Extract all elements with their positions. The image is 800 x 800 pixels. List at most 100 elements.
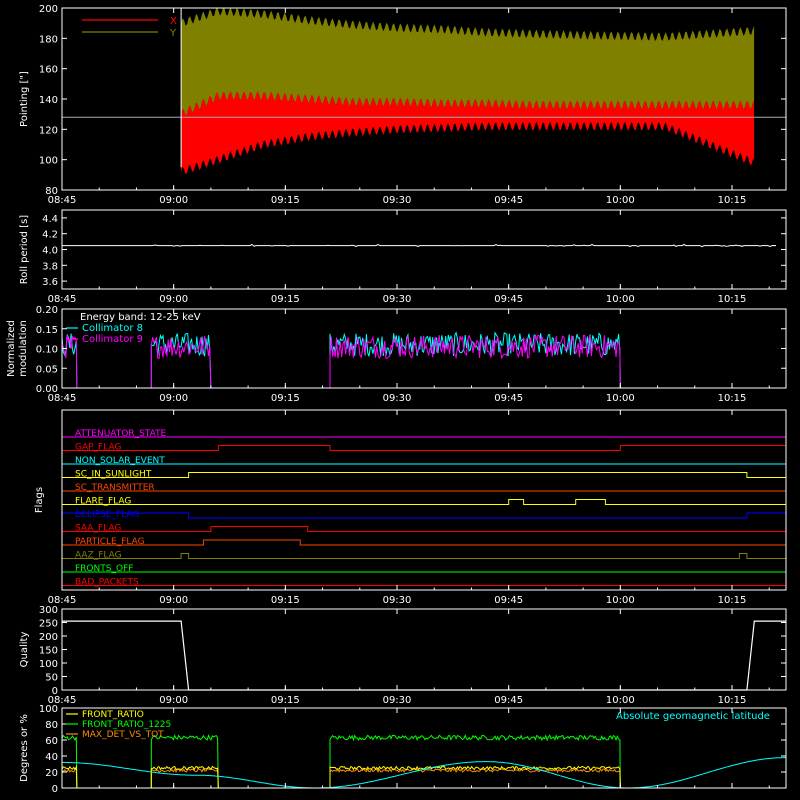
x-tick-label: 09:30 <box>383 294 412 305</box>
ratio-front-ratio-1225 <box>61 734 786 789</box>
y-tick-label: 80 <box>45 720 58 731</box>
x-tick-label: 10:15 <box>718 195 747 206</box>
y-tick-label: 200 <box>39 632 58 643</box>
rhessi-summary-figure: 08:45 09:00 09:15 09:30 09:45 10:00 10:15 80 100… <box>6 4 787 795</box>
x-tick-label: 09:15 <box>271 695 300 706</box>
legend-label-x: X <box>170 16 177 27</box>
flag-line-sc-in-sunlight <box>62 472 786 478</box>
y-tick-label: 180 <box>39 34 58 45</box>
x-tick-label: 10:00 <box>606 595 635 606</box>
x-tick-label: 09:30 <box>383 393 412 404</box>
x-tick-label: 08:45 <box>48 294 77 305</box>
y-tick-label: 0.05 <box>36 364 58 375</box>
y-tick-label: 250 <box>39 619 58 630</box>
y-tick-label: 4.4 <box>42 214 58 225</box>
flag-label-non-solar-event: NON_SOLAR_EVENT <box>75 456 165 466</box>
x-tick-label: 09:00 <box>159 695 188 706</box>
flag-label-gap-flag: GAP_FLAG <box>75 443 121 453</box>
x-tick-label: 09:30 <box>383 695 412 706</box>
y-tick-label: 4.2 <box>42 230 58 241</box>
y-tick-label: 120 <box>39 125 58 136</box>
flag-label-eclipse-flag: ECLIPSE_FLAG <box>75 510 139 520</box>
x-tick-label: 09:15 <box>271 195 300 206</box>
x-tick-label: 09:00 <box>159 393 188 404</box>
y-axis-label: Quality <box>19 632 30 668</box>
energy-band-annotation: Energy band: 12-25 keV <box>80 312 201 323</box>
y-tick-label: 50 <box>45 673 58 684</box>
y-tick-label: 0.10 <box>36 345 58 356</box>
x-tick-label: 09:15 <box>271 393 300 404</box>
y-tick-label: 3.6 <box>42 277 58 288</box>
y-tick-label: 150 <box>39 646 58 657</box>
x-tick-label: 09:45 <box>494 595 523 606</box>
y-tick-label: 4.0 <box>42 246 58 257</box>
y-tick-label: 0 <box>52 784 58 795</box>
x-tick-label: 10:00 <box>606 695 635 706</box>
y-axis-label-line2: modulation <box>18 320 29 377</box>
x-tick-label: 10:00 <box>606 393 635 404</box>
flag-line-aaz-flag <box>62 553 786 559</box>
roll-period-line <box>62 243 777 248</box>
legend-label-max-det-vs-tot: MAX_DET_VS_TOT <box>82 730 164 740</box>
flag-line-eclipse-flag <box>61 512 787 519</box>
x-tick-label: 09:00 <box>159 195 188 206</box>
x-tick-label: 09:00 <box>159 294 188 305</box>
flag-line-gap-flag <box>62 445 787 451</box>
y-tick-label: 20 <box>45 768 58 779</box>
x-tick-label: 09:30 <box>383 595 412 606</box>
legend-label-collimator-8: Collimator 8 <box>82 323 143 334</box>
x-tick-label: 09:00 <box>159 595 188 606</box>
y-tick-label: 0.20 <box>36 305 58 316</box>
y-axis-label-line1: Normalized <box>6 320 17 377</box>
legend-label-y: Y <box>169 28 177 39</box>
y-tick-label: 3.8 <box>42 261 58 272</box>
y-tick-label: 160 <box>39 65 58 76</box>
x-tick-label: 09:45 <box>494 195 523 206</box>
y-tick-label: 0.15 <box>36 325 58 336</box>
flag-label-sc-transmitter: SC_TRANSMITTER <box>75 483 155 493</box>
y-tick-label: 100 <box>39 659 58 670</box>
y-axis-label: Degrees or % <box>19 714 30 782</box>
x-tick-label: 10:15 <box>718 393 747 404</box>
flag-label-bad-packets: BAD_PACKETS <box>75 578 139 588</box>
ratio-max-det-vs-tot <box>61 767 786 789</box>
flag-line-saa-flag <box>62 526 786 532</box>
flag-label-saa-flag: SAA_FLAG <box>75 524 121 534</box>
flag-label-attenuator-state: ATTENUATOR_STATE <box>75 429 167 439</box>
x-tick-label: 09:45 <box>494 695 523 706</box>
flag-label-flare-flag: FLARE_FLAG <box>75 497 131 507</box>
y-axis-label: Flags <box>34 487 45 513</box>
x-tick-label: 10:15 <box>718 695 747 706</box>
legend-label-front-ratio-1225: FRONT_RATIO_1225 <box>82 720 171 730</box>
legend-label-collimator-9: Collimator 9 <box>82 334 143 345</box>
x-tick-label: 09:15 <box>271 294 300 305</box>
legend-label-front-ratio: FRONT_RATIO <box>82 710 144 720</box>
y-axis-label: Roll period [s] <box>19 215 30 284</box>
x-tick-label: 10:15 <box>718 294 747 305</box>
y-tick-label: 0.00 <box>36 384 58 395</box>
geomagnetic-latitude-annotation: Absolute geomagnetic latitude <box>616 711 770 722</box>
geomagnetic-latitude-line <box>62 757 786 789</box>
x-tick-label: 09:45 <box>494 393 523 404</box>
modulation-collimator-9 <box>61 334 786 389</box>
y-tick-label: 40 <box>45 752 58 763</box>
x-tick-label: 09:15 <box>271 595 300 606</box>
quality-line <box>62 620 786 691</box>
y-tick-label: 60 <box>45 736 58 747</box>
flag-label-aaz-flag: AAZ_FLAG <box>75 551 122 561</box>
y-tick-label: 140 <box>39 95 58 106</box>
x-tick-label: 10:00 <box>606 294 635 305</box>
y-tick-label: 300 <box>39 605 58 616</box>
flag-line-flare-flag <box>62 499 786 505</box>
panel-frame-1 <box>61 209 787 290</box>
flag-label-particle-flag: PARTICLE_FLAG <box>75 537 145 547</box>
x-tick-label: 10:15 <box>718 595 747 606</box>
y-axis-label: Pointing ["] <box>19 71 30 127</box>
y-tick-label: 100 <box>39 156 58 167</box>
flag-label-fronts-off: FRONTS_OFF <box>75 564 133 574</box>
x-tick-label: 09:45 <box>494 294 523 305</box>
x-tick-label: 10:00 <box>606 195 635 206</box>
x-tick-label: 09:30 <box>383 195 412 206</box>
y-tick-label: 0 <box>52 686 58 697</box>
y-tick-label: 200 <box>39 4 58 15</box>
